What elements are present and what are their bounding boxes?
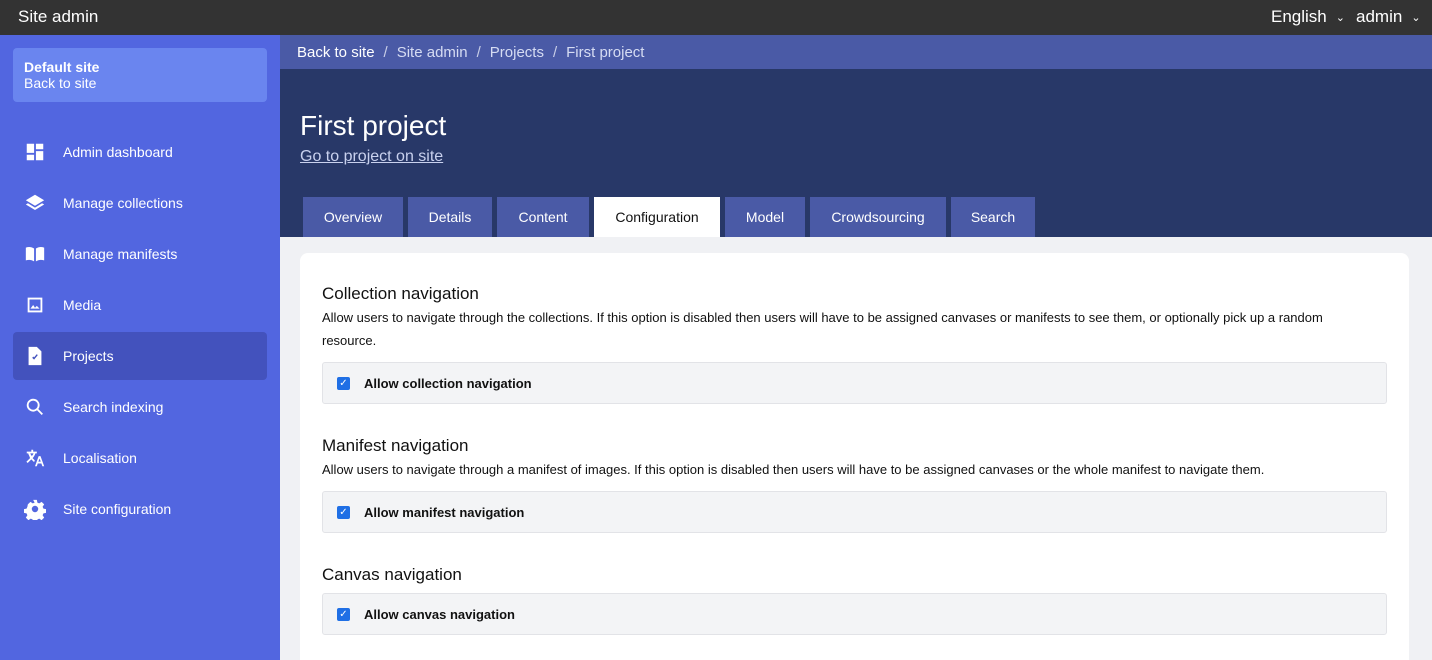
top-bar: Site admin English ⌄ admin ⌄	[0, 0, 1432, 35]
site-name: Default site	[24, 59, 100, 75]
sidebar-item-projects[interactable]: Projects	[13, 332, 267, 380]
breadcrumb-separator: /	[383, 43, 388, 61]
search-icon	[24, 396, 46, 418]
sidebar-item-manage-manifests[interactable]: Manage manifests	[13, 230, 267, 278]
sidebar-item-media[interactable]: Media	[13, 281, 267, 329]
back-to-site-link[interactable]: Back to site	[24, 75, 256, 91]
canvas-navigation-checkbox-row[interactable]: ✓ Allow canvas navigation	[322, 593, 1387, 635]
breadcrumb-current: First project	[566, 43, 645, 61]
checkbox-label: Allow canvas navigation	[364, 606, 515, 622]
tab-bar: Overview Details Content Configuration M…	[303, 197, 1040, 237]
sidebar-item-label: Site configuration	[63, 501, 172, 517]
breadcrumb-back-to-site[interactable]: Back to site	[297, 44, 375, 61]
image-icon	[24, 294, 46, 316]
checkbox-checked-icon[interactable]: ✓	[337, 505, 350, 519]
tab-configuration[interactable]: Configuration	[594, 197, 720, 237]
breadcrumb-separator: /	[552, 43, 558, 61]
page-title: First project	[300, 110, 447, 141]
checkbox-checked-icon[interactable]: ✓	[337, 376, 350, 390]
chevron-down-icon: ⌄	[1411, 11, 1421, 24]
translate-icon	[24, 447, 46, 469]
dashboard-icon	[24, 141, 46, 163]
tab-search[interactable]: Search	[951, 197, 1035, 237]
section-description: Allow users to navigate through the coll…	[322, 310, 1323, 348]
tab-crowdsourcing[interactable]: Crowdsourcing	[810, 197, 946, 237]
configuration-panel: Collection navigation Allow users to nav…	[300, 253, 1409, 660]
breadcrumb: Back to site / Site admin / Projects / F…	[280, 35, 1432, 69]
user-label: admin	[1356, 7, 1403, 26]
section-title: Manifest navigation	[322, 436, 469, 455]
sidebar: Default site Back to site Admin dashboar…	[0, 35, 280, 660]
task-icon	[24, 345, 46, 367]
language-menu[interactable]: English ⌄	[1271, 7, 1345, 27]
book-icon	[24, 243, 46, 265]
sidebar-nav: Admin dashboard Manage collections Manag…	[13, 128, 267, 536]
collection-navigation-checkbox-row[interactable]: ✓ Allow collection navigation	[322, 362, 1387, 404]
sidebar-item-label: Projects	[63, 348, 114, 364]
gear-icon	[24, 498, 46, 520]
sidebar-item-admin-dashboard[interactable]: Admin dashboard	[13, 128, 267, 176]
tab-details[interactable]: Details	[408, 197, 492, 237]
sidebar-item-label: Media	[63, 297, 102, 313]
sidebar-item-label: Manage collections	[63, 195, 183, 211]
section-title: Canvas navigation	[322, 565, 462, 584]
sidebar-item-site-configuration[interactable]: Site configuration	[13, 485, 267, 533]
checkbox-checked-icon[interactable]: ✓	[337, 607, 350, 621]
sidebar-item-label: Admin dashboard	[63, 144, 173, 160]
sidebar-item-search-indexing[interactable]: Search indexing	[13, 383, 267, 431]
manifest-navigation-checkbox-row[interactable]: ✓ Allow manifest navigation	[322, 491, 1387, 533]
sidebar-item-label: Search indexing	[63, 399, 164, 415]
tab-model[interactable]: Model	[725, 197, 805, 237]
tab-content[interactable]: Content	[497, 197, 589, 237]
breadcrumb-separator: /	[476, 43, 481, 61]
sidebar-item-label: Manage manifests	[63, 246, 178, 262]
checkbox-label: Allow manifest navigation	[364, 504, 525, 520]
project-header: First project Go to project on site Over…	[280, 69, 1432, 237]
user-menu[interactable]: admin ⌄	[1356, 7, 1421, 27]
site-switcher[interactable]: Default site Back to site	[13, 48, 267, 102]
section-title: Collection navigation	[322, 284, 479, 303]
layers-icon	[24, 192, 46, 214]
go-to-project-link[interactable]: Go to project on site	[300, 148, 443, 166]
sidebar-item-label: Localisation	[63, 450, 137, 466]
chevron-down-icon: ⌄	[1335, 11, 1345, 24]
app-title: Site admin	[18, 7, 99, 26]
language-label: English	[1271, 7, 1327, 26]
section-description: Allow users to navigate through a manife…	[322, 462, 1265, 477]
breadcrumb-projects[interactable]: Projects	[490, 44, 544, 61]
sidebar-item-manage-collections[interactable]: Manage collections	[13, 179, 267, 227]
checkbox-label: Allow collection navigation	[364, 375, 532, 391]
breadcrumb-site-admin[interactable]: Site admin	[397, 44, 468, 61]
sidebar-item-localisation[interactable]: Localisation	[13, 434, 267, 482]
tab-overview[interactable]: Overview	[303, 197, 403, 237]
